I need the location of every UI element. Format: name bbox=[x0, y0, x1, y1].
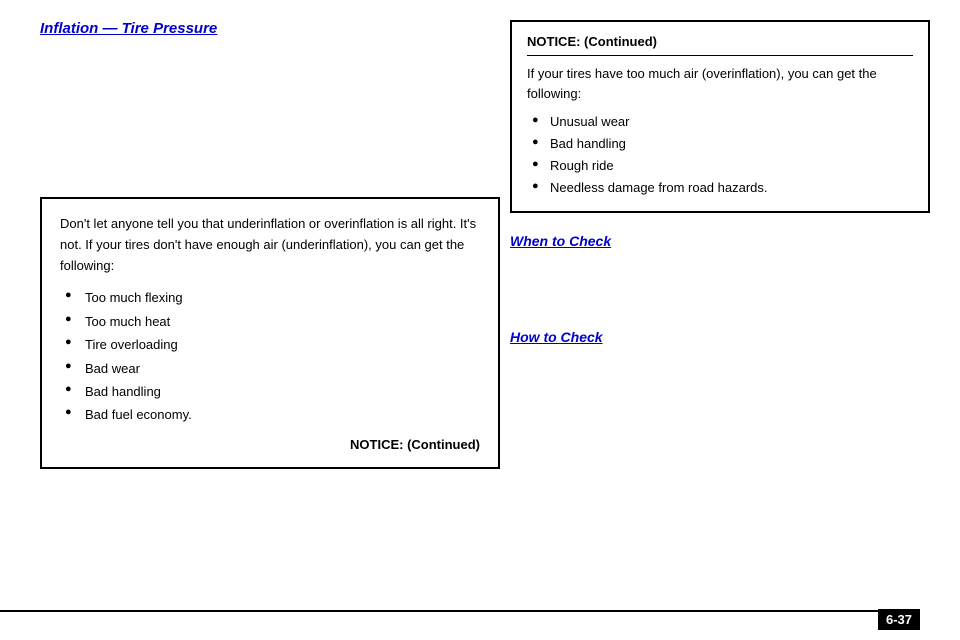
when-to-check-title: When to Check bbox=[510, 233, 930, 249]
underinflation-notice-box: Don't let anyone tell you that underinfl… bbox=[40, 197, 500, 469]
underinflation-intro: Don't let anyone tell you that underinfl… bbox=[60, 214, 480, 276]
left-column: Inflation — Tire Pressure Don't let anyo… bbox=[40, 20, 500, 469]
list-item: Bad handling bbox=[65, 380, 480, 403]
list-item: Bad wear bbox=[65, 357, 480, 380]
list-item: Rough ride bbox=[532, 155, 913, 177]
list-item: Too much flexing bbox=[65, 286, 480, 309]
right-column: NOTICE: (Continued) If your tires have t… bbox=[510, 20, 930, 353]
list-item: Needless damage from road hazards. bbox=[532, 177, 913, 199]
page-title: Inflation — Tire Pressure bbox=[40, 20, 500, 37]
page-number: 6-37 bbox=[878, 609, 920, 630]
list-item: Too much heat bbox=[65, 310, 480, 333]
overinflation-intro: If your tires have too much air (overinf… bbox=[527, 64, 913, 103]
notice-continued-label: NOTICE: (Continued) bbox=[60, 437, 480, 452]
list-item: Tire overloading bbox=[65, 333, 480, 356]
list-item: Unusual wear bbox=[532, 111, 913, 133]
how-to-check-title: How to Check bbox=[510, 329, 930, 345]
notice-continued-title: NOTICE: (Continued) bbox=[527, 34, 913, 56]
bottom-divider bbox=[0, 610, 880, 612]
list-item: Bad fuel economy. bbox=[65, 403, 480, 426]
list-item: Bad handling bbox=[532, 133, 913, 155]
underinflation-list: Too much flexing Too much heat Tire over… bbox=[60, 286, 480, 426]
overinflation-notice-box: NOTICE: (Continued) If your tires have t… bbox=[510, 20, 930, 213]
overinflation-list: Unusual wear Bad handling Rough ride Nee… bbox=[527, 111, 913, 199]
